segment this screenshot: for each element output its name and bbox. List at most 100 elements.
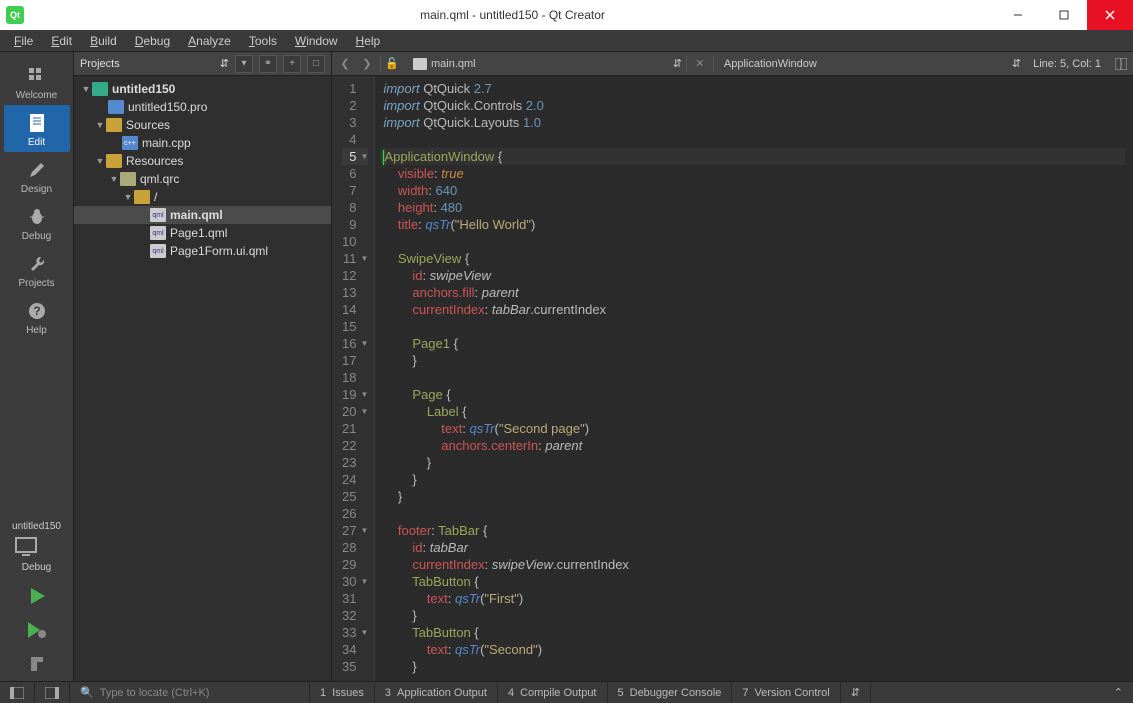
line-number[interactable]: 29	[342, 556, 368, 573]
grid-icon	[4, 64, 70, 88]
line-number[interactable]: 22	[342, 437, 368, 454]
line-number[interactable]: 12	[342, 267, 368, 284]
line-number[interactable]: 2	[342, 97, 368, 114]
toggle-right-sidebar-button[interactable]	[35, 682, 70, 703]
close-button[interactable]	[1087, 0, 1133, 30]
breadcrumb-selector[interactable]: ApplicationWindow	[718, 58, 823, 70]
menu-file[interactable]: File	[6, 32, 41, 50]
tree-project-root[interactable]: ▼untitled150	[74, 80, 331, 98]
output-pane-compile-output[interactable]: 4Compile Output	[498, 682, 608, 703]
link-button[interactable]: ⚭	[259, 55, 277, 73]
line-number[interactable]: 5▼	[342, 148, 368, 165]
kit-selector[interactable]: untitled150 Debug	[12, 515, 61, 579]
output-pane-version-control[interactable]: 7Version Control	[732, 682, 840, 703]
tree-sources-folder[interactable]: ▼Sources	[74, 116, 331, 134]
tree-mainqml[interactable]: qmlmain.qml	[74, 206, 331, 224]
mode-sidebar: Welcome Edit Design Debug Projects ? Hel…	[0, 52, 74, 681]
menu-build[interactable]: Build	[82, 32, 125, 50]
line-number[interactable]: 4	[342, 131, 368, 148]
tree-page1form[interactable]: qmlPage1Form.ui.qml	[74, 242, 331, 260]
project-tree[interactable]: ▼untitled150 untitled150.pro ▼Sources c+…	[74, 76, 331, 264]
minimize-button[interactable]	[995, 0, 1041, 30]
menu-debug[interactable]: Debug	[127, 32, 178, 50]
filter-button[interactable]: ▾	[235, 55, 253, 73]
line-number[interactable]: 35	[342, 658, 368, 675]
line-gutter[interactable]: 12345▼67891011▼1213141516▼171819▼20▼2122…	[332, 76, 375, 681]
line-number[interactable]: 31	[342, 590, 368, 607]
nav-back-button[interactable]: ❮	[336, 55, 354, 73]
maximize-button[interactable]	[1041, 0, 1087, 30]
run-button[interactable]	[17, 583, 57, 609]
line-number[interactable]: 10	[342, 233, 368, 250]
split-editor-button[interactable]	[1113, 58, 1129, 70]
line-number[interactable]: 27▼	[342, 522, 368, 539]
view-selector[interactable]: Projects⇵	[80, 57, 229, 70]
output-pane-application-output[interactable]: 3Application Output	[375, 682, 498, 703]
cursor-position[interactable]: Line: 5, Col: 1	[1025, 58, 1109, 70]
tree-pro-file[interactable]: untitled150.pro	[74, 98, 331, 116]
build-button[interactable]	[17, 651, 57, 677]
mode-welcome[interactable]: Welcome	[4, 58, 70, 105]
line-number[interactable]: 34	[342, 641, 368, 658]
line-number[interactable]: 11▼	[342, 250, 368, 267]
mode-help[interactable]: ? Help	[4, 293, 70, 340]
mode-projects[interactable]: Projects	[4, 246, 70, 293]
menubar: File Edit Build Debug Analyze Tools Wind…	[0, 30, 1133, 52]
toggle-left-sidebar-button[interactable]	[0, 682, 35, 703]
line-number[interactable]: 33▼	[342, 624, 368, 641]
window-title: main.qml - untitled150 - Qt Creator	[30, 8, 995, 22]
code-editor[interactable]: 12345▼67891011▼1213141516▼171819▼20▼2122…	[332, 76, 1133, 681]
line-number[interactable]: 14	[342, 301, 368, 318]
line-number[interactable]: 9	[342, 216, 368, 233]
line-number[interactable]: 19▼	[342, 386, 368, 403]
output-selector[interactable]: ⇵	[841, 682, 871, 703]
line-number[interactable]: 7	[342, 182, 368, 199]
line-number[interactable]: 23	[342, 454, 368, 471]
line-number[interactable]: 20▼	[342, 403, 368, 420]
lock-icon[interactable]: 🔓	[385, 57, 401, 70]
close-file-button[interactable]: ✕	[691, 55, 709, 73]
line-number[interactable]: 13	[342, 284, 368, 301]
pencil-icon	[4, 158, 70, 182]
mode-debug[interactable]: Debug	[4, 199, 70, 246]
line-number[interactable]: 21	[342, 420, 368, 437]
line-number[interactable]: 8	[342, 199, 368, 216]
locator-input[interactable]: 🔍Type to locate (Ctrl+K)	[70, 682, 310, 703]
line-number[interactable]: 26	[342, 505, 368, 522]
tree-maincpp[interactable]: c++main.cpp	[74, 134, 331, 152]
monitor-icon	[12, 536, 61, 558]
line-number[interactable]: 1	[342, 80, 368, 97]
line-number[interactable]: 15	[342, 318, 368, 335]
line-number[interactable]: 32	[342, 607, 368, 624]
line-number[interactable]: 6	[342, 165, 368, 182]
mode-design[interactable]: Design	[4, 152, 70, 199]
qml-icon: qml	[150, 244, 166, 258]
open-file-selector[interactable]: main.qml	[405, 58, 484, 70]
add-button[interactable]: +	[283, 55, 301, 73]
split-button[interactable]: □	[307, 55, 325, 73]
menu-analyze[interactable]: Analyze	[180, 32, 239, 50]
tree-page1[interactable]: qmlPage1.qml	[74, 224, 331, 242]
output-pane-debugger-console[interactable]: 5Debugger Console	[608, 682, 733, 703]
run-debug-button[interactable]	[17, 617, 57, 643]
menu-edit[interactable]: Edit	[43, 32, 80, 50]
line-number[interactable]: 28	[342, 539, 368, 556]
line-number[interactable]: 30▼	[342, 573, 368, 590]
source-text[interactable]: import QtQuick 2.7import QtQuick.Control…	[375, 76, 1133, 681]
line-number[interactable]: 18	[342, 369, 368, 386]
line-number[interactable]: 24	[342, 471, 368, 488]
output-pane-issues[interactable]: 1Issues	[310, 682, 375, 703]
line-number[interactable]: 16▼	[342, 335, 368, 352]
menu-window[interactable]: Window	[287, 32, 346, 50]
line-number[interactable]: 25	[342, 488, 368, 505]
mode-edit[interactable]: Edit	[4, 105, 70, 152]
nav-forward-button[interactable]: ❯	[358, 55, 376, 73]
tree-resources-folder[interactable]: ▼Resources	[74, 152, 331, 170]
tree-qrc[interactable]: ▼qml.qrc	[74, 170, 331, 188]
line-number[interactable]: 3	[342, 114, 368, 131]
tree-slash-folder[interactable]: ▼/	[74, 188, 331, 206]
expand-output-button[interactable]: ⌃	[1104, 682, 1133, 703]
menu-tools[interactable]: Tools	[241, 32, 285, 50]
menu-help[interactable]: Help	[348, 32, 389, 50]
line-number[interactable]: 17	[342, 352, 368, 369]
